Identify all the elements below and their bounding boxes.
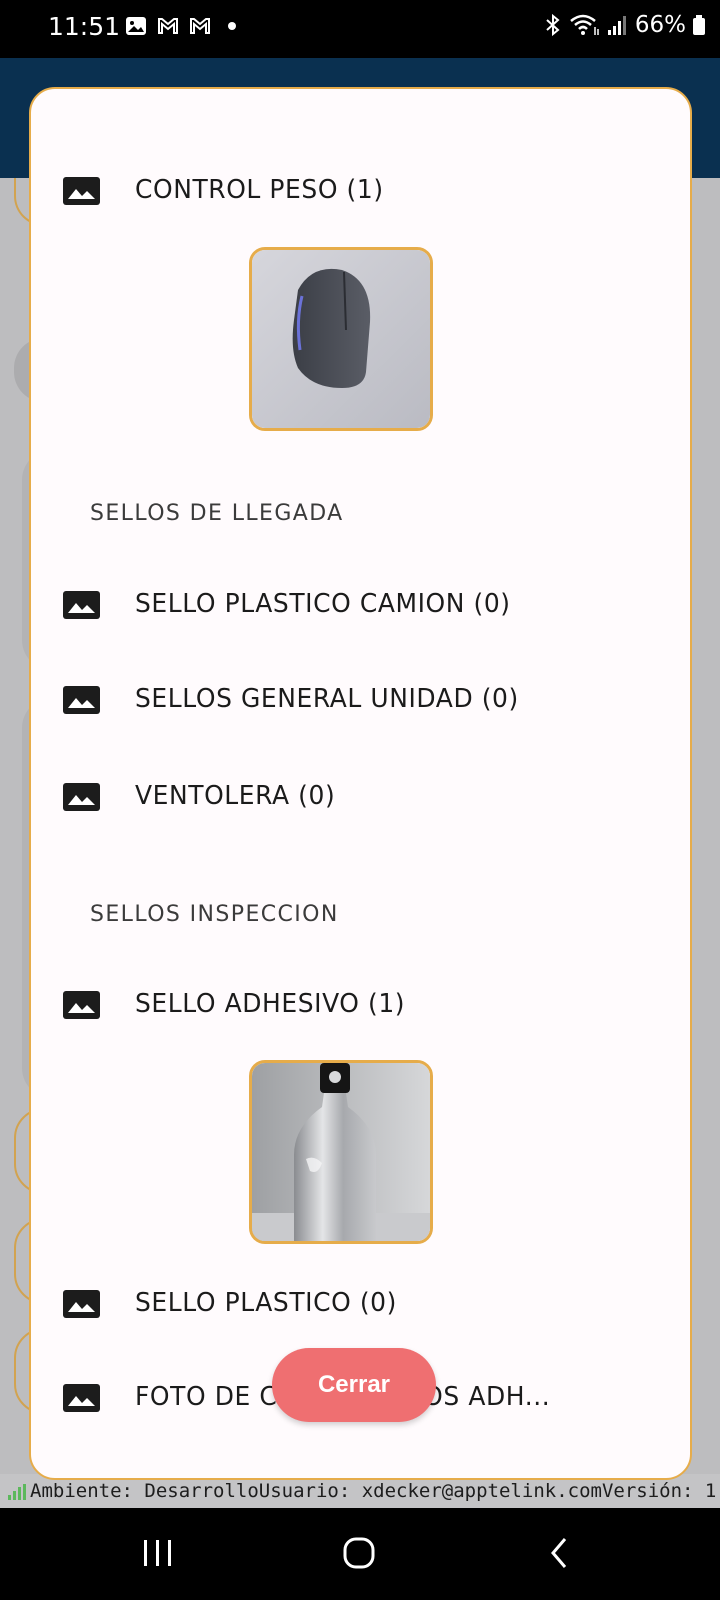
photo-category-item[interactable]: SELLO PLASTICO (0): [31, 1274, 690, 1334]
status-time: 11:51: [48, 12, 121, 41]
image-icon: [63, 1384, 100, 1412]
home-button[interactable]: [329, 1528, 389, 1578]
bottle-photo: [252, 1063, 430, 1241]
dialog-scroll-area[interactable]: CONTROL PESO (1) SELLOS DE LLEGADA SELLO…: [31, 89, 690, 1478]
back-icon: [551, 1538, 567, 1568]
photo-category-label: VENTOLERA (0): [135, 781, 336, 811]
signal-icon: [8, 1483, 26, 1500]
image-icon: [63, 991, 100, 1019]
battery-percentage: 66%: [634, 12, 686, 38]
gallery-icon: [126, 17, 146, 35]
close-button[interactable]: Cerrar: [272, 1348, 436, 1422]
photo-thumbnail[interactable]: [249, 1060, 433, 1244]
dot-icon: [228, 22, 236, 30]
bluetooth-icon: [546, 13, 560, 37]
section-header: SELLOS DE LLEGADA: [90, 501, 344, 526]
photo-dialog: CONTROL PESO (1) SELLOS DE LLEGADA SELLO…: [29, 87, 692, 1480]
photo-category-item[interactable]: SELLO PLASTICO CAMION (0): [31, 575, 690, 635]
image-icon: [63, 1290, 100, 1318]
photo-category-label: CONTROL PESO (1): [135, 175, 384, 205]
environment-footer-text: Ambiente: DesarrolloUsuario: xdecker@app…: [30, 1480, 720, 1502]
image-icon: [63, 177, 100, 205]
photo-category-item[interactable]: SELLO ADHESIVO (1): [31, 975, 690, 1035]
gmail-icon: [190, 18, 210, 34]
back-button[interactable]: [530, 1528, 590, 1578]
photo-category-item[interactable]: CONTROL PESO (1): [31, 161, 690, 221]
photo-category-label: SELLOS GENERAL UNIDAD (0): [135, 684, 519, 714]
recents-icon: [144, 1540, 171, 1566]
image-icon: [63, 783, 100, 811]
section-header: SELLOS INSPECCION: [90, 902, 339, 927]
image-icon: [63, 591, 100, 619]
status-left-icons: [124, 14, 244, 38]
wifi-icon: [570, 14, 599, 35]
photo-category-label: SELLO PLASTICO CAMION (0): [135, 589, 511, 619]
home-icon: [343, 1537, 375, 1569]
status-bar: 11:51 66%: [0, 0, 720, 58]
photo-thumbnail[interactable]: [249, 247, 433, 431]
photo-category-item[interactable]: VENTOLERA (0): [31, 767, 690, 827]
navigation-bar: [0, 1508, 720, 1600]
recents-button[interactable]: [128, 1528, 188, 1578]
photo-category-label: SELLO ADHESIVO (1): [135, 989, 406, 1019]
battery-icon: [693, 15, 705, 35]
status-right: 66%: [543, 12, 706, 38]
gmail-icon: [158, 18, 178, 34]
image-icon: [63, 686, 100, 714]
photo-category-label: SELLO PLASTICO (0): [135, 1288, 397, 1318]
photo-category-item[interactable]: SELLOS GENERAL UNIDAD (0): [31, 670, 690, 730]
mouse-photo: [252, 250, 430, 428]
signal-icon: [607, 16, 626, 35]
